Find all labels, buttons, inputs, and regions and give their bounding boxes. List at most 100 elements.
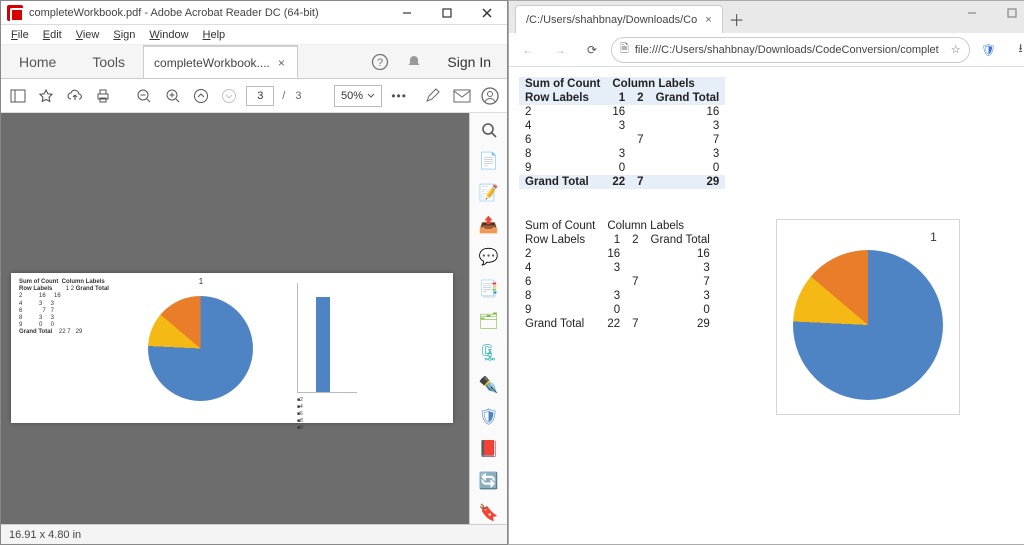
table-row: 4 3 3 [19,301,109,308]
table-row: 433 [519,261,716,275]
table-row: 677 [519,275,716,289]
shield-icon[interactable]: 🛡 [976,37,1002,63]
more-tools-icon[interactable]: ••• [388,84,410,108]
table-row: 8 3 3 [19,315,109,322]
tab-close-icon[interactable]: × [705,14,711,26]
favorite-icon[interactable]: ☆ [951,43,961,56]
annotate-icon[interactable] [422,84,444,108]
pie-chart-icon [793,250,943,400]
edge-window: /C:/Users/shahbnay/Downloads/Co × ＋ ← → … [508,0,1024,545]
page-number-input[interactable] [246,86,274,106]
edge-minimize-button[interactable] [952,1,992,25]
page-dimensions: 16.91 x 4.80 in [9,529,81,541]
zoom-value: 50% [341,90,363,102]
pdf-page: Sum of Count Column Labels Row Labels 1 … [11,273,453,423]
browser-tab-title: /C:/Users/shahbnay/Downloads/Co [526,14,697,26]
table-row: 833 [519,147,725,161]
menu-help[interactable]: Help [197,27,232,43]
zoom-select[interactable]: 50% [334,85,382,107]
table-row: 21616 [519,247,716,261]
edge-maximize-button[interactable] [992,1,1024,25]
table-row: 833 [519,289,716,303]
compress-icon[interactable]: 🗜 [478,343,500,363]
acrobat-tools-panel: 📄 📝 📤 💬 📑 🗂 🗜 ✒️ 🛡 📕 🔄 🔖 📐 ⇤ [469,113,507,524]
redact-icon[interactable]: 📕 [478,439,500,459]
acrobat-document-area[interactable]: Sum of Count Column Labels Row Labels 1 … [1,113,507,524]
chevron-down-icon [367,92,375,100]
acrobat-app-icon [7,5,23,21]
zoom-in-icon[interactable] [162,84,184,108]
pie-chart-card: 1 [776,219,960,415]
protect-icon[interactable]: 🛡 [478,407,500,427]
nav-refresh-icon[interactable]: ⟳ [579,37,605,63]
table-row: 21616 [519,105,725,119]
maximize-button[interactable] [427,1,467,25]
address-bar[interactable]: 🗎 file:///C:/Users/shahbnay/Downloads/Co… [611,37,970,63]
export-pdf-icon[interactable]: 📤 [478,215,500,235]
pie-title: 1 [199,277,203,286]
pivot-table-1: Sum of CountColumn Labels Row Labels12Gr… [519,77,725,189]
edit-pdf-icon[interactable]: 📝 [478,183,500,203]
downloads-icon[interactable]: ⭳ [1008,37,1024,63]
menu-edit[interactable]: Edit [37,27,68,43]
tab-document[interactable]: completeWorkbook.... × [143,45,298,78]
sign-in-button[interactable]: Sign In [431,45,507,78]
menu-sign[interactable]: Sign [107,27,141,43]
new-tab-button[interactable]: ＋ [723,5,751,33]
table-row: 2 16 16 [19,293,109,300]
pdf-pivot-table: Sum of Count Column Labels Row Labels 1 … [19,279,109,417]
help-icon[interactable]: ? [363,45,397,78]
tab-document-label: completeWorkbook.... [154,56,270,70]
combine-icon[interactable]: 📑 [478,279,500,299]
nav-forward-icon[interactable]: → [547,37,573,63]
tab-tools[interactable]: Tools [74,45,143,78]
account-icon[interactable] [479,84,501,108]
zoom-out-icon[interactable] [133,84,155,108]
bell-icon[interactable] [397,45,431,78]
table-row: 900 [519,161,725,175]
file-protocol-icon: 🗎 [620,40,629,59]
pdf-bar-chart: ■2■4■6■8■9 [293,279,363,417]
page-down-icon[interactable] [218,84,240,108]
menu-window[interactable]: Window [143,27,194,43]
print-icon[interactable] [92,84,114,108]
acrobat-menubar: File Edit View Sign Window Help [1,25,507,45]
stamp-icon[interactable]: 🔖 [478,503,500,523]
nav-back-icon[interactable]: ← [515,37,541,63]
pie-chart-title: 1 [793,230,943,244]
edge-toolbar: ← → ⟳ 🗎 file:///C:/Users/shahbnay/Downlo… [509,33,1024,67]
table-row: 900 [519,303,716,317]
acrobat-statusbar: 16.91 x 4.80 in [1,524,507,544]
search-icon[interactable] [478,121,500,139]
pivot-table-2: Sum of CountColumn Labels Row Labels12Gr… [519,219,716,331]
mail-icon[interactable] [451,84,473,108]
edge-tabstrip: /C:/Users/shahbnay/Downloads/Co × ＋ [509,1,1024,33]
svg-text:?: ? [377,57,383,69]
pdf-pie-chart: 1 [121,279,281,417]
close-button[interactable] [467,1,507,25]
acrobat-title: completeWorkbook.pdf - Adobe Acrobat Rea… [29,7,387,19]
star-icon[interactable] [35,84,57,108]
acrobat-toolbar: / 3 50% ••• [1,79,507,113]
sign-icon[interactable]: ✒️ [478,375,500,395]
menu-file[interactable]: File [5,27,35,43]
sidebar-toggle-icon[interactable] [7,84,29,108]
comment-icon[interactable]: 💬 [478,247,500,267]
table-row: 9 0 0 [19,322,109,329]
table-row: 677 [519,133,725,147]
page-up-icon[interactable] [190,84,212,108]
url-text: file:///C:/Users/shahbnay/Downloads/Code… [635,44,939,56]
create-pdf-icon[interactable]: 📄 [478,151,500,171]
tab-home[interactable]: Home [1,45,74,78]
convert-icon[interactable]: 🔄 [478,471,500,491]
acrobat-tabbar: Home Tools completeWorkbook.... × ? Sign… [1,45,507,79]
acrobat-window: completeWorkbook.pdf - Adobe Acrobat Rea… [0,0,508,545]
cloud-upload-icon[interactable] [63,84,85,108]
organize-icon[interactable]: 🗂 [478,311,500,331]
browser-tab[interactable]: /C:/Users/shahbnay/Downloads/Co × [515,5,723,33]
minimize-button[interactable] [387,1,427,25]
browser-viewport[interactable]: Sum of CountColumn Labels Row Labels12Gr… [509,67,1024,544]
tab-close-icon[interactable]: × [276,56,287,70]
page-total: 3 [293,90,303,102]
menu-view[interactable]: View [70,27,106,43]
